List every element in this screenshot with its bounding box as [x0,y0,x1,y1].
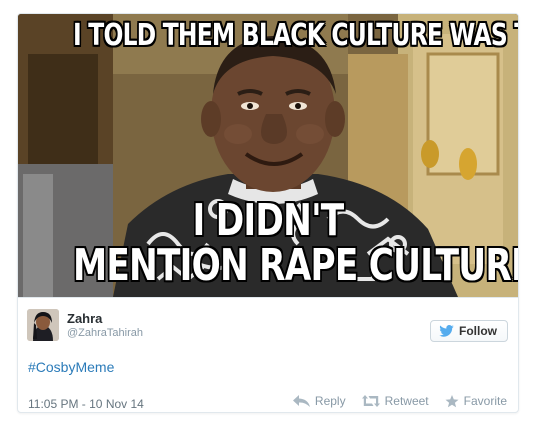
follow-label: Follow [459,324,497,338]
retweet-icon [361,395,380,407]
reply-label: Reply [314,394,346,408]
retweet-button[interactable]: Retweet [361,394,429,408]
reply-button[interactable]: Reply [292,394,346,408]
hashtag-link[interactable]: #CosbyMeme [28,359,114,375]
avatar[interactable] [27,309,59,341]
reply-icon [292,395,310,407]
avatar-photo [27,309,59,341]
retweet-label: Retweet [384,394,429,408]
author-name[interactable]: Zahra [67,311,102,326]
tweet-actions: Reply Retweet Favorite [292,394,507,408]
tweet-timestamp[interactable]: 11:05 PM - 10 Nov 14 [28,397,144,411]
author-handle[interactable]: @ZahraTahirah [67,327,143,339]
meme-image[interactable]: I TOLD THEM BLACK CULTURE WAS TO BLAME I… [18,14,518,297]
favorite-star-icon [445,394,459,407]
twitter-bird-icon [439,325,454,337]
meme-bottom-caption-line-1: I DIDN'T [192,195,345,246]
meme-bottom-caption-line-2: MENTION RAPE CULTURE [73,240,518,291]
favorite-button[interactable]: Favorite [445,394,507,408]
follow-button[interactable]: Follow [430,320,508,342]
embedded-tweet-card: I TOLD THEM BLACK CULTURE WAS TO BLAME I… [17,13,519,413]
favorite-label: Favorite [463,394,507,408]
meme-top-caption: I TOLD THEM BLACK CULTURE WAS TO BLAME [73,18,518,53]
tweet-details: Zahra @ZahraTahirah Follow #CosbyMeme 11… [18,297,518,412]
